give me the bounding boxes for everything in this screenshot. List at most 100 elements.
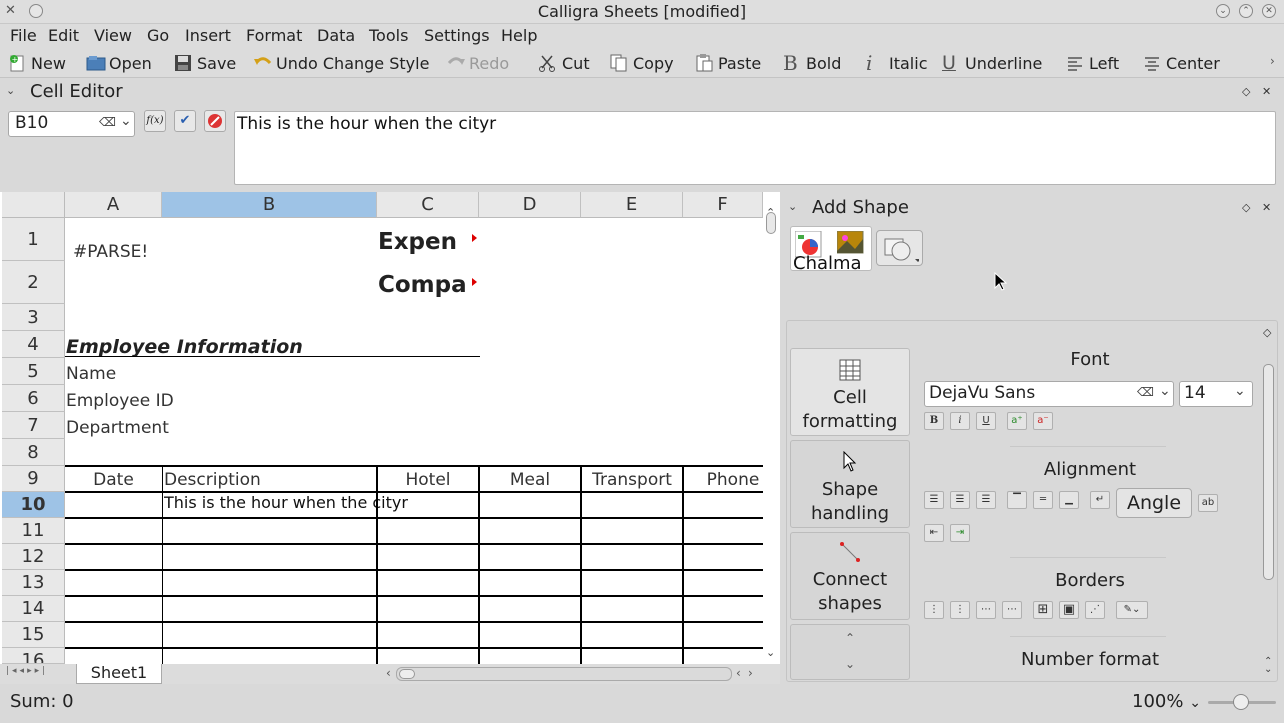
cell-e9[interactable]: Transport — [581, 470, 683, 490]
decrease-indent-icon[interactable]: ⇤ — [924, 524, 944, 542]
hscroll-thumb[interactable] — [399, 669, 415, 679]
cell-c9[interactable]: Hotel — [377, 470, 479, 490]
close-dock-icon[interactable]: ✕ — [1262, 85, 1271, 98]
scroll-down-icon[interactable]: ⌄ — [1264, 664, 1272, 675]
paste-button[interactable]: Paste — [695, 51, 761, 75]
shape-template-item[interactable]: Chalma — [790, 226, 872, 271]
row-header-8[interactable]: 8 — [2, 439, 65, 466]
column-header-e[interactable]: E — [581, 192, 683, 218]
column-header-d[interactable]: D — [479, 192, 581, 218]
cell-d9[interactable]: Meal — [479, 470, 581, 490]
row-header-3[interactable]: 3 — [2, 304, 65, 331]
scroll-left-icon[interactable]: ‹ — [386, 666, 391, 680]
close-dock-icon[interactable]: ✕ — [1262, 201, 1271, 214]
zoom-slider-handle[interactable] — [1233, 694, 1249, 710]
cell-c2[interactable]: Compa — [378, 272, 468, 298]
menu-help[interactable]: Help — [501, 26, 537, 45]
align-center-button[interactable]: Center — [1143, 51, 1220, 75]
select-all-corner[interactable] — [2, 192, 65, 218]
row-header-10[interactable]: 10 — [2, 492, 65, 518]
scroll-down-icon[interactable]: ⌄ — [766, 646, 775, 659]
formula-editor[interactable]: This is the hour when the cityr — [234, 111, 1276, 185]
font-size-combo[interactable]: 14 ⌄ — [1179, 381, 1253, 407]
border-top-icon[interactable]: ⋯ — [976, 601, 996, 619]
wrap-text-icon[interactable]: ↵ — [1090, 491, 1110, 509]
cell-reference-combo[interactable]: B10 ⌫ ⌄ — [8, 111, 135, 137]
row-header-6[interactable]: 6 — [2, 385, 65, 412]
row-header-15[interactable]: 15 — [2, 622, 65, 648]
float-dock-icon[interactable]: ◇ — [1242, 85, 1250, 98]
row-header-14[interactable]: 14 — [2, 596, 65, 622]
cancel-button[interactable] — [204, 110, 226, 132]
increase-indent-icon[interactable]: ⇥ — [950, 524, 970, 542]
minimize-button[interactable]: ⌄ — [1216, 4, 1230, 18]
menu-insert[interactable]: Insert — [185, 26, 231, 45]
chevron-down-icon[interactable]: ⌄ — [791, 657, 909, 671]
chevron-down-icon[interactable]: ⌄ — [1189, 695, 1201, 711]
save-button[interactable]: Save — [174, 51, 236, 75]
menu-data[interactable]: Data — [317, 26, 355, 45]
clear-icon[interactable]: ⌫ — [99, 115, 116, 129]
scroll-right-icon[interactable]: › — [748, 666, 753, 680]
border-outline-icon[interactable]: ▣ — [1059, 601, 1079, 619]
border-remove-icon[interactable]: ⋰ — [1085, 601, 1105, 619]
chevron-down-icon[interactable]: ⌄ — [1234, 383, 1246, 399]
accept-button[interactable]: ✔ — [174, 110, 196, 132]
cell-b9[interactable]: Description — [164, 470, 261, 490]
cell-a5[interactable]: Name — [66, 364, 116, 384]
border-bottom-icon[interactable]: ⋯ — [1002, 601, 1022, 619]
align-left-button[interactable]: Left — [1066, 51, 1119, 75]
copy-button[interactable]: Copy — [610, 51, 674, 75]
row-header-13[interactable]: 13 — [2, 570, 65, 596]
zoom-combo[interactable]: 100% ⌄ — [1132, 691, 1201, 712]
undo-button[interactable]: Undo Change Style — [253, 51, 429, 75]
toolbar-overflow-icon[interactable]: › — [1270, 54, 1275, 68]
font-family-combo[interactable]: DejaVu Sans ⌫ ⌄ — [924, 381, 1174, 407]
row-header-4[interactable]: 4 — [2, 331, 65, 358]
row-header-2[interactable]: 2 — [2, 261, 65, 304]
underline-icon[interactable]: U — [976, 412, 996, 430]
tab-more[interactable]: ⌃ ⌄ — [790, 624, 910, 680]
row-header-11[interactable]: 11 — [2, 518, 65, 544]
angle-button[interactable]: Angle — [1116, 488, 1192, 518]
italic-button[interactable]: i Italic — [866, 51, 927, 75]
font-grow-icon[interactable]: a⁺ — [1007, 412, 1027, 430]
underline-button[interactable]: U Underline — [942, 51, 1042, 75]
tool-options-scrollbar[interactable] — [1263, 364, 1275, 654]
collapse-icon[interactable]: ⌄ — [788, 200, 797, 213]
cell-a9[interactable]: Date — [65, 470, 162, 490]
row-header-16[interactable]: 16 — [2, 648, 65, 664]
function-button[interactable]: f(x) — [144, 110, 166, 132]
scroll-left-end-icon[interactable]: ‹ — [736, 666, 741, 680]
maximize-button[interactable]: ⌃ — [1239, 4, 1253, 18]
column-header-f[interactable]: F — [683, 192, 763, 218]
align-center-icon[interactable]: ☰ — [950, 491, 970, 509]
float-dock-icon[interactable]: ◇ — [1263, 326, 1271, 339]
font-shrink-icon[interactable]: a⁻ — [1033, 412, 1053, 430]
open-button[interactable]: Open — [86, 51, 152, 75]
sheet-tab[interactable]: Sheet1 — [76, 664, 162, 684]
align-middle-icon[interactable]: ═ — [1033, 491, 1053, 509]
row-header-5[interactable]: 5 — [2, 358, 65, 385]
column-header-b[interactable]: B — [162, 192, 377, 218]
border-left-icon[interactable]: ⋮ — [924, 601, 944, 619]
border-color-icon[interactable]: ✎⌄ — [1116, 601, 1148, 619]
align-bottom-icon[interactable]: ▁ — [1059, 491, 1079, 509]
align-right-icon[interactable]: ☰ — [976, 491, 996, 509]
cell-a4[interactable]: Employee Information — [66, 336, 303, 358]
scrollbar-thumb[interactable] — [766, 212, 776, 234]
tab-cell-formatting[interactable]: Cell formatting — [790, 348, 910, 436]
bold-button[interactable]: B Bold — [783, 51, 841, 75]
chevron-up-icon[interactable]: ⌃ — [791, 631, 909, 645]
menu-format[interactable]: Format — [246, 26, 302, 45]
vertical-text-icon[interactable]: ab — [1198, 494, 1218, 512]
column-header-a[interactable]: A — [65, 192, 162, 218]
menu-go[interactable]: Go — [147, 26, 169, 45]
shape-collection-button[interactable] — [876, 230, 923, 266]
vertical-scrollbar[interactable]: ⌃ ⌄ — [764, 206, 778, 662]
align-left-icon[interactable]: ☰ — [924, 491, 944, 509]
cell-c1[interactable]: Expen — [378, 229, 468, 255]
menu-file[interactable]: File — [10, 26, 37, 45]
cell-a7[interactable]: Department — [66, 418, 169, 438]
row-header-12[interactable]: 12 — [2, 544, 65, 570]
